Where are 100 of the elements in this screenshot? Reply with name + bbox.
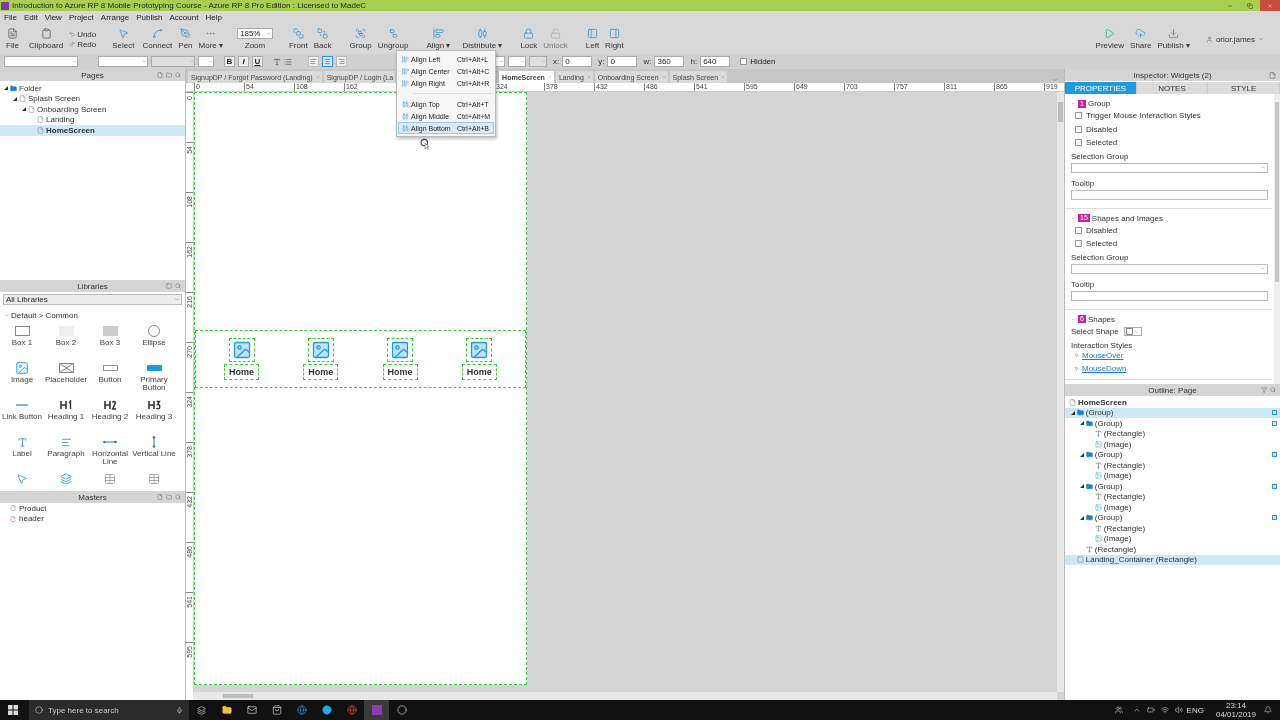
- inspector-tab[interactable]: NOTES: [1136, 82, 1209, 94]
- image-widget[interactable]: [387, 338, 414, 362]
- scrollbar[interactable]: [193, 692, 1057, 700]
- text-style-button[interactable]: U: [252, 56, 263, 67]
- outline-item[interactable]: (Group): [1065, 481, 1280, 492]
- toolbar-button[interactable]: File: [4, 28, 21, 50]
- interaction-link[interactable]: MouseOver: [1082, 351, 1124, 361]
- toolbar-button[interactable]: Pen: [176, 28, 195, 50]
- coordinate-field[interactable]: 360: [654, 56, 685, 67]
- master-item[interactable]: header: [0, 513, 185, 524]
- toolbar-button[interactable]: Preview: [1093, 28, 1127, 50]
- input-field[interactable]: [1071, 189, 1268, 200]
- coordinate-field[interactable]: 0: [607, 56, 638, 67]
- menu-item[interactable]: Account: [169, 13, 199, 22]
- library-section[interactable]: Default > Common: [4, 311, 185, 320]
- home-button[interactable]: Home: [303, 364, 339, 380]
- home-button[interactable]: Home: [224, 364, 260, 380]
- style-dropdown[interactable]: [4, 56, 78, 67]
- home-button[interactable]: Home: [382, 364, 418, 380]
- toolbar-button[interactable]: Group: [347, 28, 374, 50]
- scrollbar[interactable]: [1057, 92, 1064, 692]
- text-align-button[interactable]: [336, 56, 347, 67]
- toolbar-button[interactable]: Back: [311, 28, 334, 50]
- clock[interactable]: 23:14 04/01/2019: [1215, 701, 1256, 719]
- inspector-tab[interactable]: STYLE: [1208, 82, 1280, 94]
- menu-item[interactable]: Project: [68, 13, 94, 22]
- toolbar-button[interactable]: More ▾: [196, 28, 225, 50]
- coordinate-field[interactable]: 0: [562, 56, 593, 67]
- weight-dropdown[interactable]: [151, 56, 195, 67]
- page-item[interactable]: Splash Screen: [0, 93, 185, 104]
- outline-item[interactable]: (Rectangle): [1065, 544, 1280, 555]
- language-indicator[interactable]: ENG: [1186, 705, 1204, 715]
- user-menu[interactable]: orior.james: [1205, 34, 1264, 44]
- toolbar-button[interactable]: Publish ▾: [1155, 28, 1192, 50]
- size-dropdown[interactable]: [198, 56, 214, 67]
- outline-item[interactable]: (Group): [1065, 512, 1280, 523]
- search-field[interactable]: Type here to search: [29, 700, 189, 720]
- interaction-link[interactable]: MouseDown: [1082, 363, 1127, 373]
- toolbar-button[interactable]: Front: [287, 28, 310, 50]
- menu-item[interactable]: Help: [205, 13, 222, 22]
- library-dropdown[interactable]: All Libraries: [3, 294, 182, 305]
- image-widget[interactable]: [228, 338, 255, 362]
- expand-arrow-icon[interactable]: [1079, 515, 1084, 520]
- toolbar-button[interactable]: Align ▾: [424, 28, 453, 50]
- toolbar-button[interactable]: Connect: [140, 28, 175, 50]
- image-widget[interactable]: [307, 338, 334, 362]
- outline-root[interactable]: HomeScreen: [1065, 397, 1280, 408]
- select-field[interactable]: [1071, 263, 1268, 274]
- text-align-button[interactable]: [322, 56, 333, 67]
- checkbox[interactable]: [1075, 112, 1082, 120]
- line-dropdown[interactable]: [508, 56, 526, 67]
- outline-item[interactable]: (Image): [1065, 502, 1280, 513]
- close-button[interactable]: [1260, 0, 1280, 11]
- hidden-checkbox[interactable]: [740, 58, 748, 65]
- outline-item[interactable]: (Image): [1065, 533, 1280, 544]
- text-style-button[interactable]: I: [238, 56, 249, 67]
- checkbox[interactable]: [1075, 226, 1082, 234]
- image-widget[interactable]: [466, 338, 493, 362]
- text-align-button[interactable]: [308, 56, 319, 67]
- select-field[interactable]: [1071, 162, 1268, 173]
- expand-arrow-icon[interactable]: [1079, 421, 1084, 426]
- zoom-dropdown[interactable]: 185%: [237, 28, 273, 39]
- toolbar-button[interactable]: Select: [110, 28, 137, 50]
- outline-item[interactable]: (Rectangle): [1065, 460, 1280, 471]
- checkbox[interactable]: [1075, 240, 1082, 248]
- menu-item[interactable]: Publish: [136, 13, 163, 22]
- toolbar-button[interactable]: Ungroup: [375, 28, 411, 50]
- font-dropdown[interactable]: [98, 56, 148, 67]
- expand-arrow-icon[interactable]: [1070, 410, 1075, 415]
- page-item[interactable]: Landing: [0, 114, 185, 125]
- menu-item[interactable]: Edit: [23, 13, 38, 22]
- checkbox[interactable]: [1075, 139, 1082, 147]
- outline-item[interactable]: (Rectangle): [1065, 523, 1280, 534]
- outline-item[interactable]: Landing_Container (Rectangle): [1065, 554, 1280, 565]
- outline-item[interactable]: (Group): [1065, 407, 1280, 418]
- outline-item[interactable]: (Rectangle): [1065, 491, 1280, 502]
- toolbar-button[interactable]: Right: [603, 28, 626, 50]
- toolbar-button[interactable]: Clipboard: [26, 28, 66, 50]
- menu-item[interactable]: View: [44, 13, 62, 22]
- expand-arrow-icon[interactable]: [22, 107, 26, 112]
- outline-item[interactable]: (Group): [1065, 449, 1280, 460]
- toolbar-button[interactable]: Share: [1128, 28, 1154, 50]
- expand-arrow-icon[interactable]: [1079, 452, 1084, 457]
- outline-item[interactable]: (Rectangle): [1065, 428, 1280, 439]
- home-button[interactable]: Home: [461, 364, 497, 380]
- page-item[interactable]: Onboarding Screen: [0, 104, 185, 115]
- outline-item[interactable]: (Image): [1065, 439, 1280, 450]
- text-style-button[interactable]: B: [224, 56, 235, 67]
- undo-button[interactable]: Undo: [69, 29, 97, 39]
- outline-item[interactable]: (Group): [1065, 418, 1280, 429]
- menu-item[interactable]: File: [4, 13, 17, 22]
- toolbar-button[interactable]: Distribute ▾: [460, 28, 505, 50]
- toolbar-button[interactable]: Lock: [518, 28, 540, 50]
- toolbar-button[interactable]: Left: [583, 28, 602, 50]
- scrollbar[interactable]: [1274, 94, 1280, 384]
- checkbox[interactable]: [1075, 125, 1082, 133]
- widget-group[interactable]: Home Home Home Home: [195, 330, 526, 388]
- input-field[interactable]: [1071, 290, 1268, 301]
- menu-item[interactable]: Arrange: [100, 13, 130, 22]
- expand-arrow-icon[interactable]: [1079, 484, 1084, 489]
